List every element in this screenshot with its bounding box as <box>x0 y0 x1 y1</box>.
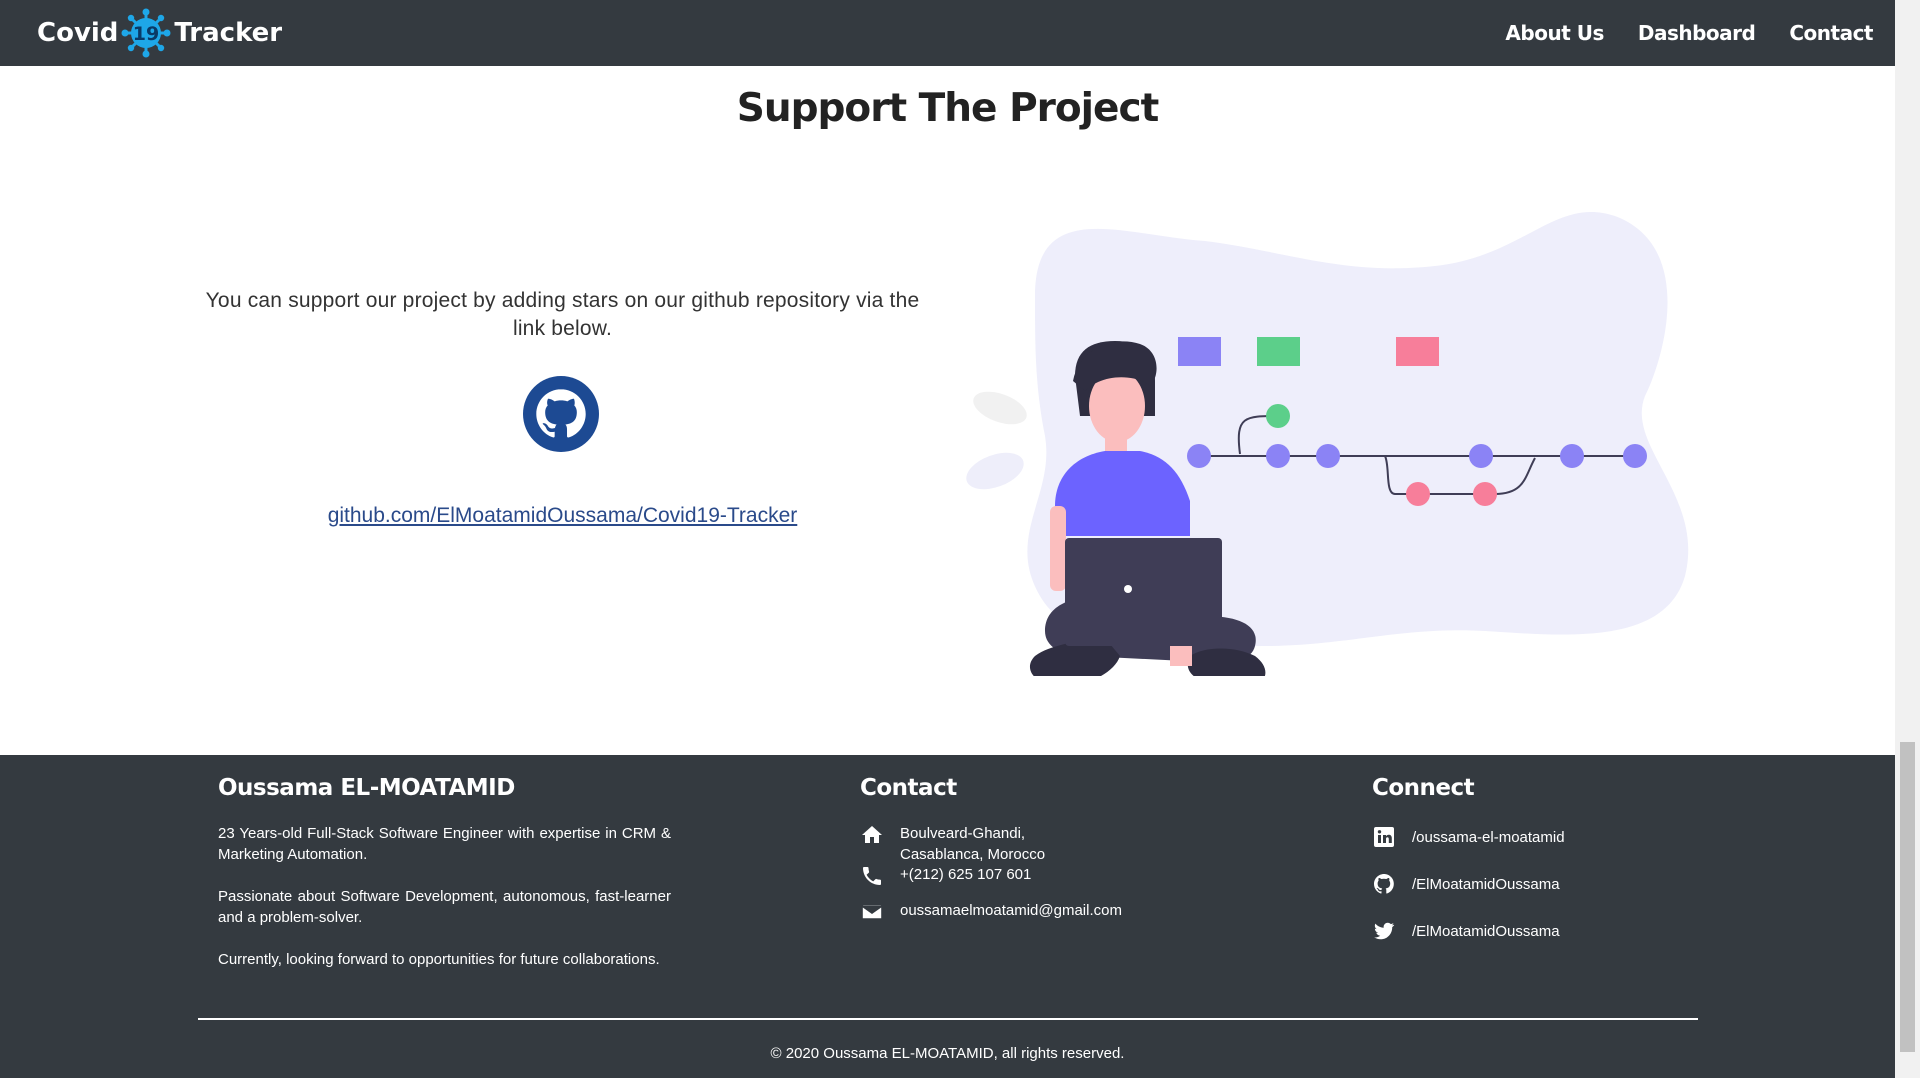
support-description: You can support our project by adding st… <box>205 289 920 340</box>
brand-badge: 19 <box>133 23 159 45</box>
twitter-handle[interactable]: /ElMoatamidOussama <box>1412 923 1560 940</box>
twitter-link[interactable]: /ElMoatamidOussama <box>1372 919 1560 943</box>
github-icon <box>1374 874 1394 894</box>
nav-about-us[interactable]: About Us <box>1505 21 1604 45</box>
contact-email[interactable]: oussamaelmoatamid@gmail.com <box>860 900 1122 924</box>
github-link[interactable]: /ElMoatamidOussama <box>1372 872 1560 896</box>
github-handle[interactable]: /ElMoatamidOussama <box>1412 876 1560 893</box>
copyright-text: © 2020 Oussama EL-MOATAMID, all rights r… <box>770 1045 1125 1062</box>
email-address[interactable]: oussamaelmoatamid@gmail.com <box>900 900 1122 921</box>
contact-heading: Contact <box>860 775 957 801</box>
mail-icon <box>861 904 883 920</box>
nav-links: About Us Dashboard Contact <box>1471 0 1873 66</box>
brand-text-right: Tracker <box>174 18 283 48</box>
brand-text-left: Covid <box>37 18 119 48</box>
about-paragraph-1: 23 Years-old Full-Stack Software Enginee… <box>218 825 671 863</box>
page-scrollbar[interactable] <box>1895 0 1920 1078</box>
contact-phone: +(212) 625 107 601 <box>860 864 1031 888</box>
linkedin-link[interactable]: /oussama-el-moatamid <box>1372 825 1565 849</box>
address-line-1: Boulveard-Ghandi, <box>900 825 1026 842</box>
home-icon <box>862 826 882 843</box>
phone-icon <box>863 867 881 885</box>
brand-logo[interactable]: Covid 19 Tracker <box>37 8 283 58</box>
footer-divider <box>198 1018 1698 1020</box>
about-heading: Oussama EL-MOATAMID <box>218 775 515 801</box>
github-icon[interactable] <box>523 376 599 452</box>
about-paragraph-2: Passionate about Software Development, a… <box>218 888 671 926</box>
linkedin-icon <box>1374 827 1394 847</box>
address-line-2: Casablanca, Morocco <box>900 846 1046 863</box>
virus-icon: 19 <box>121 8 171 58</box>
page-title: Support The Project <box>736 86 1160 131</box>
about-paragraph-3: Currently, looking forward to opportunit… <box>218 951 660 968</box>
scrollbar-thumb[interactable] <box>1900 742 1915 1052</box>
twitter-icon <box>1374 922 1395 940</box>
connect-heading: Connect <box>1372 775 1475 801</box>
nav-contact[interactable]: Contact <box>1789 21 1873 45</box>
developer-illustration <box>966 211 1689 676</box>
support-section: Support The Project You can support our … <box>0 66 1895 792</box>
contact-address: Boulveard-Ghandi, Casablanca, Morocco <box>860 823 1045 865</box>
navbar: Covid 19 Tracker About Us Dashboard Cont… <box>0 0 1895 66</box>
nav-dashboard[interactable]: Dashboard <box>1638 21 1756 45</box>
repo-link[interactable]: github.com/ElMoatamidOussama/Covid19-Tra… <box>240 504 885 528</box>
linkedin-handle[interactable]: /oussama-el-moatamid <box>1412 829 1565 846</box>
footer: Oussama EL-MOATAMID 23 Years-old Full-St… <box>0 755 1895 1078</box>
phone-number: +(212) 625 107 601 <box>900 866 1032 883</box>
